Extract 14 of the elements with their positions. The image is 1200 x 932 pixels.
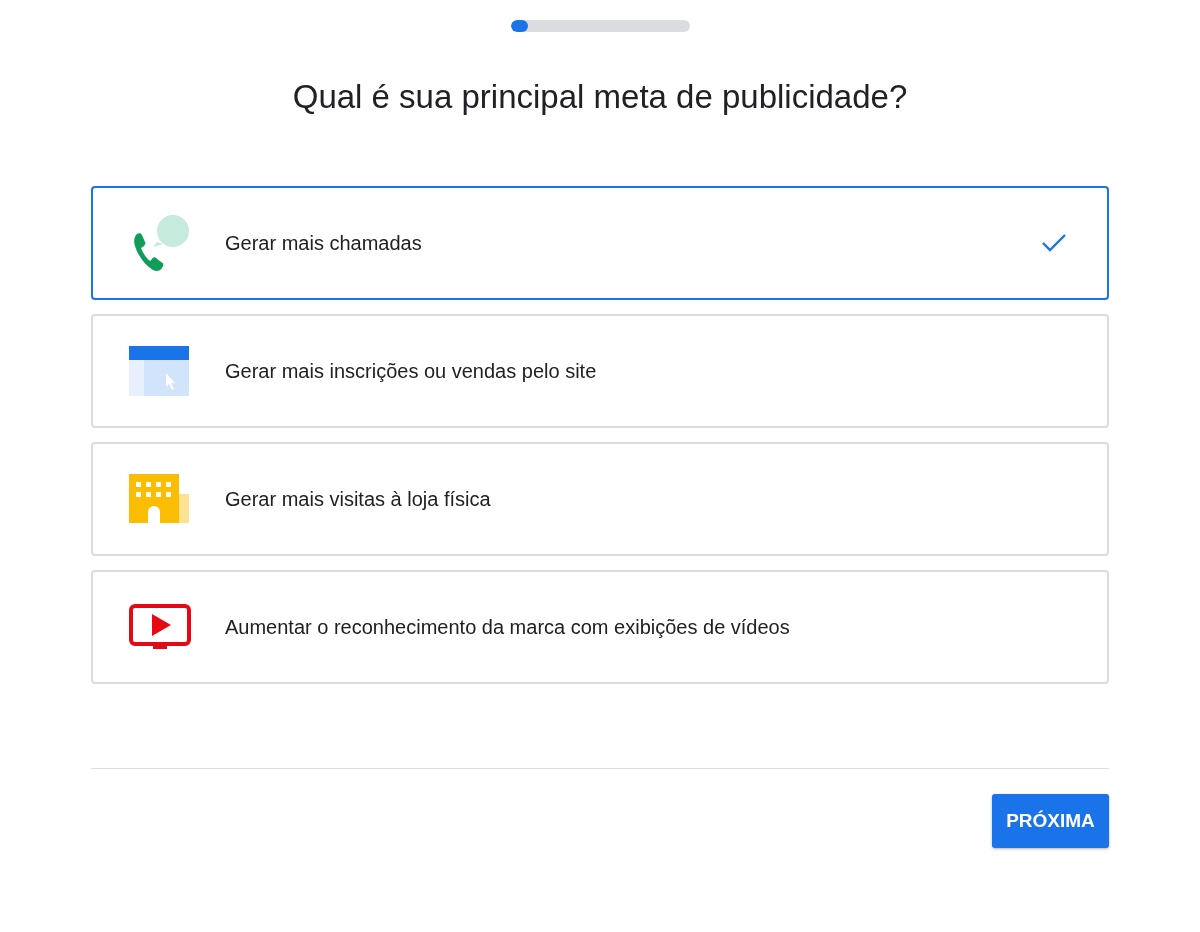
option-card[interactable]: Gerar mais inscrições ou vendas pelo site: [91, 314, 1109, 428]
next-button[interactable]: PRÓXIMA: [992, 794, 1109, 848]
page-title: Qual é sua principal meta de publicidade?: [291, 77, 909, 117]
checkmark-icon: [1041, 233, 1067, 253]
browser-window-icon: [129, 346, 191, 396]
option-card[interactable]: Gerar mais chamadas: [91, 186, 1109, 300]
option-label: Aumentar o reconhecimento da marca com exibições de vídeos: [225, 615, 791, 639]
option-card[interactable]: Gerar mais visitas à loja física: [91, 442, 1109, 556]
option-label: Gerar mais inscrições ou vendas pelo site: [225, 359, 598, 383]
building-icon: [129, 474, 191, 524]
video-player-icon: [129, 604, 191, 650]
option-label: Gerar mais chamadas: [225, 231, 423, 255]
option-card[interactable]: Aumentar o reconhecimento da marca com exibições de vídeos: [91, 570, 1109, 684]
option-label: Gerar mais visitas à loja física: [225, 487, 492, 511]
